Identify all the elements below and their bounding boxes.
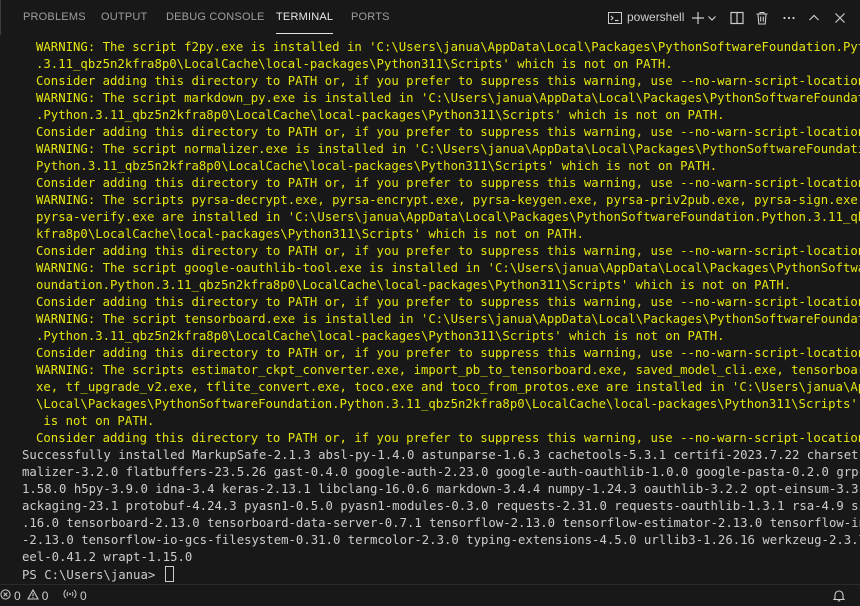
problems-status[interactable]: 0 0 bbox=[0, 585, 48, 606]
terminal-warning-line: Consider adding this directory to PATH o… bbox=[36, 74, 860, 88]
warning-icon bbox=[26, 588, 39, 603]
terminal-warning-line: Consider adding this directory to PATH o… bbox=[36, 346, 860, 360]
tab-terminal[interactable]: TERMINAL bbox=[276, 0, 334, 35]
terminal-warning-line: WARNING: The scripts estimator_ckpt_conv… bbox=[36, 363, 860, 377]
bell-icon[interactable] bbox=[833, 585, 845, 606]
terminal-cursor bbox=[164, 566, 174, 582]
terminal-warning-line: Consider adding this directory to PATH o… bbox=[36, 244, 860, 258]
terminal-warning-line: WARNING: The script f2py.exe is installe… bbox=[36, 40, 860, 54]
terminal-output-line: ackaging-23.1 protobuf-4.24.3 pyasn1-0.5… bbox=[22, 499, 860, 513]
close-icon[interactable] bbox=[830, 8, 850, 28]
terminal-prompt[interactable]: PS C:\Users\janua> bbox=[22, 566, 174, 584]
terminal-output-line: eel-0.41.2 wrapt-1.15.0 bbox=[22, 550, 193, 564]
terminal-icon[interactable] bbox=[605, 8, 625, 28]
terminal-warning-line: Consider adding this directory to PATH o… bbox=[36, 125, 860, 139]
prompt-text: PS C:\Users\janua> bbox=[22, 568, 163, 582]
status-bar: 0 0 0 bbox=[0, 584, 860, 606]
terminal-warning-line: WARNING: The script normalizer.exe is in… bbox=[36, 142, 860, 156]
terminal-warning-line: kfra8p0\LocalCache\local-packages\Python… bbox=[36, 227, 584, 241]
panel-tab-bar: PROBLEMS OUTPUT DEBUG CONSOLE TERMINAL P… bbox=[0, 0, 860, 35]
ports-status[interactable]: 0 bbox=[63, 585, 87, 606]
terminal-warning-line: Python.3.11_qbz5n2kfra8p0\LocalCache\loc… bbox=[36, 159, 718, 173]
terminal-warning-line: is not on PATH. bbox=[36, 414, 155, 428]
terminal-warning-line: oundation.Python.3.11_qbz5n2kfra8p0\Loca… bbox=[36, 278, 792, 292]
warning-count: 0 bbox=[41, 588, 49, 603]
terminal-warning-line: .Python.3.11_qbz5n2kfra8p0\LocalCache\lo… bbox=[36, 108, 725, 122]
terminal-output-line: Successfully installed MarkupSafe-2.1.3 … bbox=[22, 448, 860, 462]
trash-icon[interactable] bbox=[752, 8, 772, 28]
shell-selector-label[interactable]: powershell bbox=[627, 0, 684, 35]
ports-icon bbox=[63, 588, 77, 603]
terminal-warning-line: .Python.3.11_qbz5n2kfra8p0\LocalCache\lo… bbox=[36, 329, 725, 343]
maximize-icon[interactable] bbox=[804, 8, 824, 28]
terminal-output-line: -2.13.0 tensorflow-io-gcs-filesystem-0.3… bbox=[22, 533, 860, 547]
error-count: 0 bbox=[14, 588, 21, 603]
terminal-output-line: .16.0 tensorboard-2.13.0 tensorboard-dat… bbox=[22, 516, 860, 530]
terminal-output-line: malizer-3.2.0 flatbuffers-23.5.26 gast-0… bbox=[22, 465, 860, 479]
terminal-warning-line: xe, tf_upgrade_v2.exe, tflite_convert.ex… bbox=[36, 380, 860, 394]
chevron-down-icon[interactable] bbox=[705, 8, 719, 28]
terminal-warning-line: WARNING: The script tensorboard.exe is i… bbox=[36, 312, 860, 326]
terminal-warning-line: Consider adding this directory to PATH o… bbox=[36, 431, 860, 445]
terminal-warning-line: WARNING: The scripts pyrsa-decrypt.exe, … bbox=[36, 193, 860, 207]
terminal-warning-line: Consider adding this directory to PATH o… bbox=[36, 176, 860, 190]
ports-count: 0 bbox=[80, 588, 87, 603]
terminal-warning-line: Consider adding this directory to PATH o… bbox=[36, 295, 860, 309]
split-icon[interactable] bbox=[727, 8, 747, 28]
terminal-warning-line: WARNING: The script google-oauthlib-tool… bbox=[36, 261, 860, 275]
tab-problems[interactable]: PROBLEMS bbox=[23, 0, 86, 35]
terminal-warning-line: .3.11_qbz5n2kfra8p0\LocalCache\local-pac… bbox=[36, 57, 673, 71]
tab-output[interactable]: OUTPUT bbox=[101, 0, 147, 35]
terminal-warning-line: pyrsa-verify.exe are installed in 'C:\Us… bbox=[36, 210, 860, 224]
terminal-output[interactable]: WARNING: The script f2py.exe is installe… bbox=[0, 35, 860, 584]
terminal-output-line: 1.58.0 h5py-3.9.0 idna-3.4 keras-2.13.1 … bbox=[22, 482, 860, 496]
terminal-warning-line: \Local\Packages\PythonSoftwareFoundation… bbox=[36, 397, 860, 411]
error-icon bbox=[0, 588, 11, 603]
tab-ports[interactable]: PORTS bbox=[351, 0, 390, 35]
tab-debug-console[interactable]: DEBUG CONSOLE bbox=[166, 0, 265, 35]
terminal-warning-line: WARNING: The script markdown_py.exe is i… bbox=[36, 91, 860, 105]
more-icon[interactable] bbox=[779, 8, 799, 28]
